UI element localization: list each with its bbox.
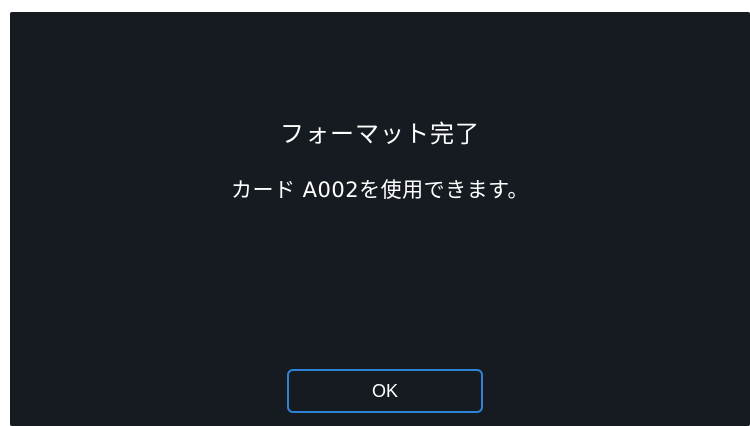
format-complete-dialog: フォーマット完了 カード A002を使用できます。 OK [10,12,750,426]
ok-button[interactable]: OK [287,369,483,413]
dialog-title: フォーマット完了 [280,120,480,148]
dialog-message: カード A002を使用できます。 [230,178,530,202]
